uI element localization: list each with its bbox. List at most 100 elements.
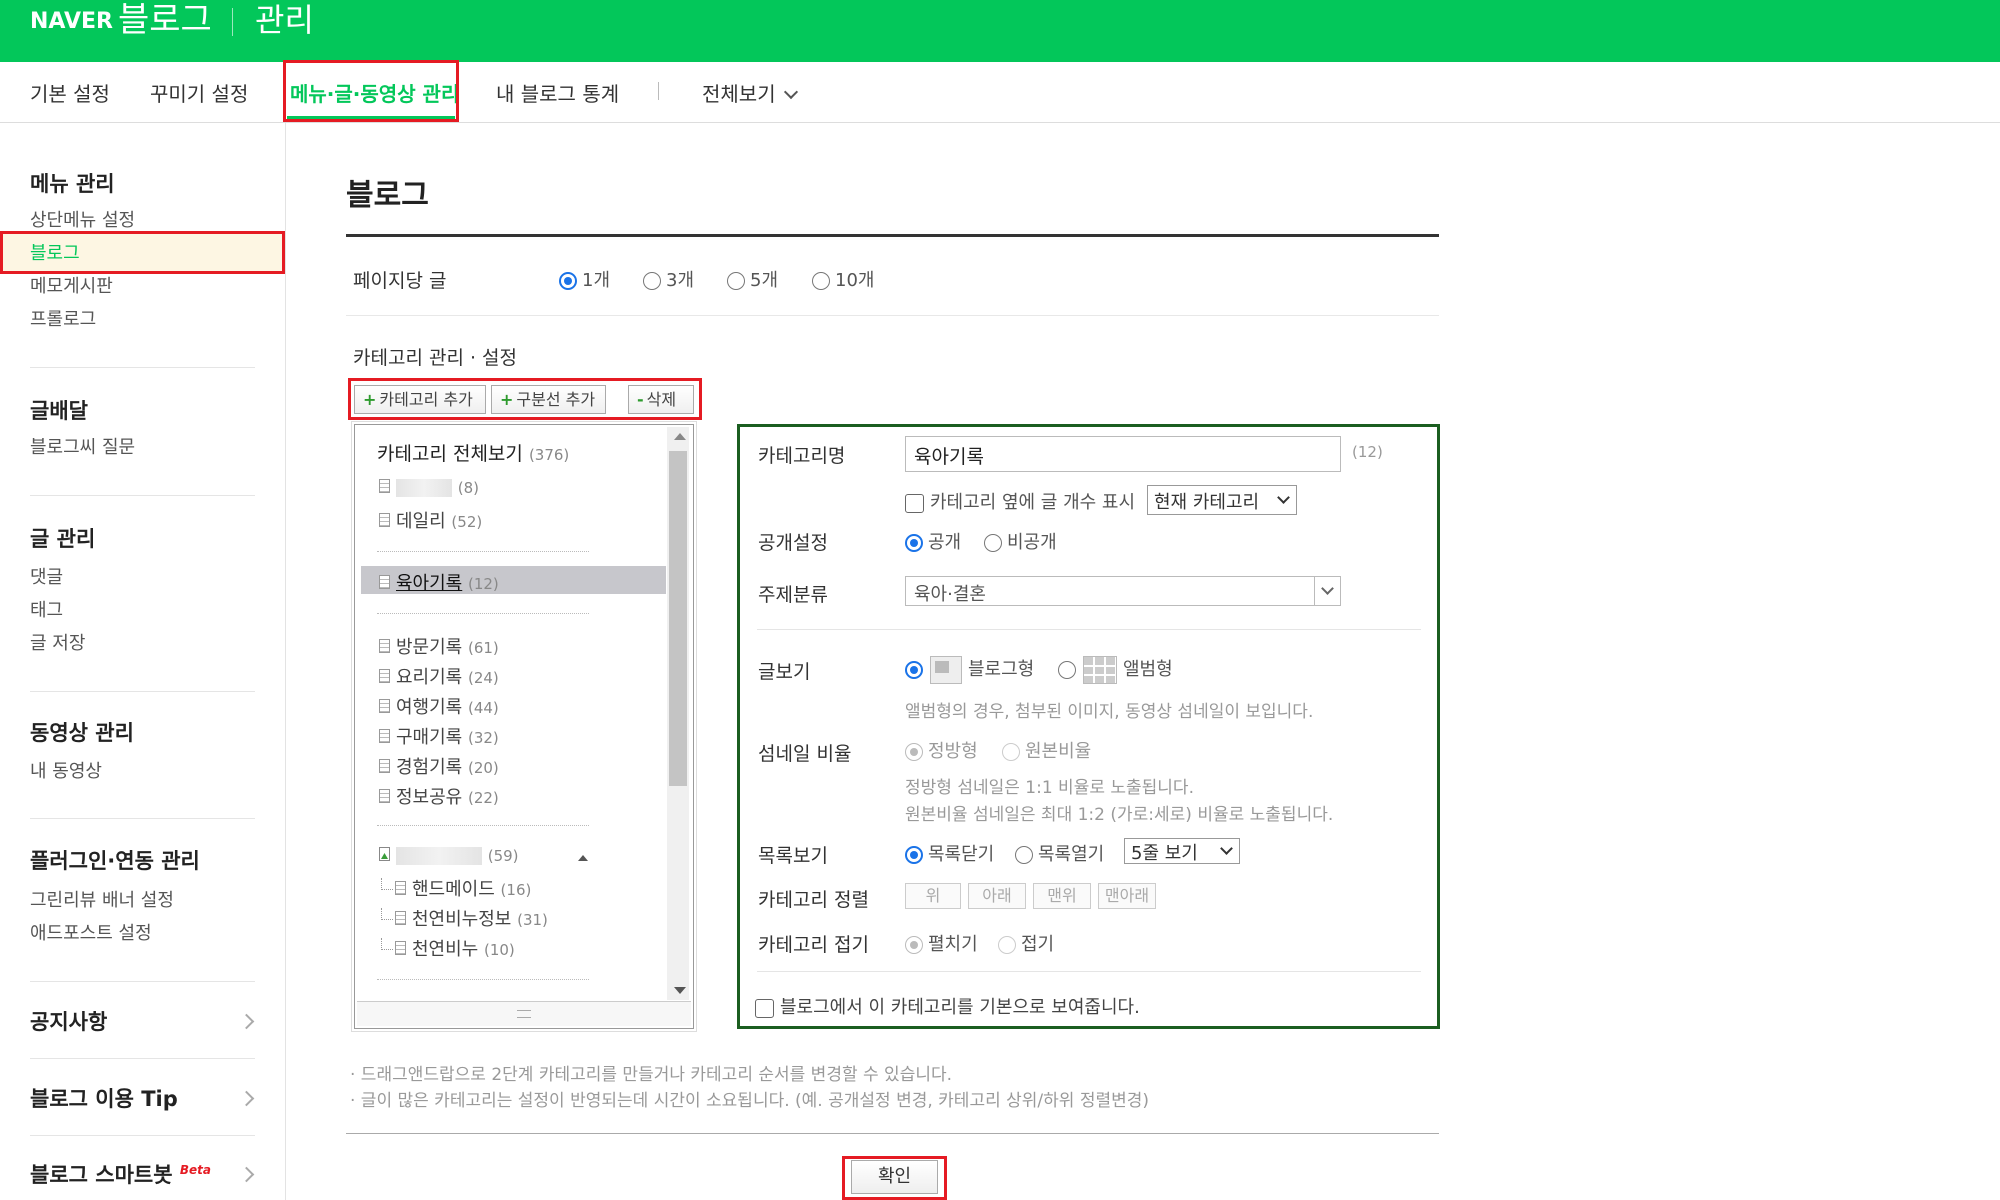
- tab-blog-stats[interactable]: 내 블로그 통계: [496, 78, 619, 107]
- radio-icon[interactable]: [812, 272, 830, 290]
- tab-design-settings[interactable]: 꾸미기 설정: [150, 78, 248, 107]
- drag-drop-note: · 드래그앤드랍으로 2단계 카테고리를 만들거나 카테고리 순서를 변경할 수…: [350, 1065, 953, 1085]
- tree-item[interactable]: 정보공유 (22): [379, 783, 499, 809]
- sidebar-item-memo-board[interactable]: 메모게시판: [30, 272, 113, 298]
- sidebar-item-adpost[interactable]: 애드포스트 설정: [30, 919, 152, 945]
- tree-item-count: (44): [467, 699, 499, 717]
- add-category-button[interactable]: + 카테고리 추가: [354, 385, 486, 414]
- sidebar-item-comments[interactable]: 댓글: [30, 563, 63, 589]
- list-open-option[interactable]: 목록열기: [1015, 840, 1104, 866]
- tree-item[interactable]: 여행기록 (44): [379, 693, 499, 719]
- per-page-option-10[interactable]: 10개: [812, 266, 874, 292]
- radio-icon[interactable]: [905, 936, 923, 954]
- sidebar-item-blogc-question[interactable]: 블로그씨 질문: [30, 433, 135, 459]
- radio-icon[interactable]: [643, 272, 661, 290]
- radio-icon[interactable]: [1058, 661, 1076, 679]
- tree-item-count: (12): [467, 575, 499, 593]
- chevron-down-icon[interactable]: [1314, 577, 1340, 605]
- confirm-button[interactable]: 확인: [851, 1160, 938, 1194]
- topic-select[interactable]: 육아·결혼: [905, 576, 1341, 606]
- sort-top-button[interactable]: 맨위: [1033, 883, 1091, 909]
- tree-item-child[interactable]: 천연비누정보 (31): [381, 905, 548, 931]
- radio-icon[interactable]: [998, 936, 1016, 954]
- radio-icon[interactable]: [905, 743, 923, 761]
- list-lines-select[interactable]: 5줄 보기: [1124, 838, 1240, 864]
- tree-divider[interactable]: [377, 979, 589, 980]
- document-icon: [395, 911, 406, 925]
- tree-item[interactable]: 경험기록 (20): [379, 753, 499, 779]
- tree-item-selected[interactable]: 육아기록 (12): [379, 569, 499, 595]
- delete-category-button[interactable]: - 삭제: [628, 385, 694, 414]
- visibility-private-option[interactable]: 비공개: [984, 528, 1057, 554]
- tree-divider[interactable]: [377, 551, 589, 552]
- view-help-text: 앨범형의 경우, 첨부된 이미지, 동영상 섬네일이 보입니다.: [905, 702, 1314, 722]
- blog-logo[interactable]: 블로그: [118, 0, 212, 40]
- radio-icon[interactable]: [984, 534, 1002, 552]
- sidebar-tip[interactable]: 블로그 이용 Tip: [30, 1083, 178, 1113]
- sidebar-smartbot[interactable]: 블로그 스마트봇 Beta: [30, 1159, 211, 1189]
- tab-basic-settings[interactable]: 기본 설정: [30, 78, 110, 107]
- radio-icon[interactable]: [727, 272, 745, 290]
- sidebar-post-title: 글 관리: [30, 527, 96, 551]
- chevron-right-icon: [238, 1090, 255, 1107]
- radio-icon[interactable]: [559, 272, 577, 290]
- tree-all-categories[interactable]: 카테고리 전체보기 (376): [377, 439, 569, 466]
- sort-up-button[interactable]: 위: [905, 883, 961, 909]
- tree-item[interactable]: 구매기록 (32): [379, 723, 499, 749]
- collapse-icon[interactable]: [578, 855, 588, 861]
- tree-item[interactable]: 데일리 (52): [379, 507, 482, 533]
- scroll-down-icon[interactable]: [674, 987, 686, 994]
- scroll-up-icon[interactable]: [674, 433, 686, 440]
- tree-item-child[interactable]: 천연비누 (10): [381, 935, 515, 961]
- tree-item[interactable]: 요리기록 (24): [379, 663, 499, 689]
- thumb-original-option[interactable]: 원본비율: [1002, 737, 1091, 763]
- sidebar-item-blog[interactable]: 블로그: [30, 239, 80, 265]
- sidebar-notice[interactable]: 공지사항: [30, 1006, 107, 1036]
- checkbox-icon[interactable]: [755, 998, 774, 1018]
- default-category-option[interactable]: 블로그에서 이 카테고리를 기본으로 보여줍니다.: [755, 993, 1140, 1019]
- per-page-option-5[interactable]: 5개: [727, 266, 778, 292]
- per-page-option-1[interactable]: 1개: [559, 266, 610, 292]
- radio-icon[interactable]: [1015, 846, 1033, 864]
- view-album-option[interactable]: 앨범형: [1058, 655, 1173, 684]
- tree-scroll-thumb[interactable]: [669, 451, 687, 786]
- sidebar-item-my-videos[interactable]: 내 동영상: [30, 757, 102, 783]
- visibility-public-option[interactable]: 공개: [905, 528, 961, 554]
- tree-item-parent[interactable]: (59): [379, 845, 519, 866]
- document-icon: [379, 513, 390, 527]
- sidebar-item-top-menu[interactable]: 상단메뉴 설정: [30, 206, 135, 232]
- thumb-square-option[interactable]: 정방형: [905, 737, 978, 763]
- tree-divider[interactable]: [377, 613, 589, 614]
- checkbox-icon[interactable]: [905, 493, 924, 513]
- radio-icon[interactable]: [905, 846, 923, 864]
- sort-bottom-button[interactable]: 맨아래: [1098, 883, 1156, 909]
- tree-divider[interactable]: [377, 825, 589, 826]
- category-name-input[interactable]: 육아기록: [905, 436, 1341, 472]
- radio-icon[interactable]: [1002, 743, 1020, 761]
- show-count-select[interactable]: 현재 카테고리: [1147, 485, 1297, 515]
- fold-expand-option[interactable]: 펼치기: [905, 930, 978, 956]
- sidebar-item-prologue[interactable]: 프롤로그: [30, 305, 96, 331]
- tree-item[interactable]: (8): [379, 477, 479, 498]
- category-tree[interactable]: 카테고리 전체보기 (376) (8) 데일리 (52) 육아기록 (12) 방…: [351, 421, 697, 1032]
- view-blog-option[interactable]: 블로그형: [905, 655, 1034, 684]
- sidebar-item-green-review[interactable]: 그린리뷰 배너 설정: [30, 886, 174, 912]
- sidebar-item-tags[interactable]: 태그: [30, 596, 63, 622]
- tree-item-child[interactable]: 핸드메이드 (16): [381, 875, 531, 901]
- radio-icon[interactable]: [905, 661, 923, 679]
- tree-header-count: (376): [528, 446, 570, 464]
- option-label: 목록열기: [1038, 844, 1105, 865]
- sidebar-item-saved-posts[interactable]: 글 저장: [30, 629, 85, 655]
- tree-resize-handle[interactable]: [357, 1001, 691, 1026]
- list-close-option[interactable]: 목록닫기: [905, 840, 994, 866]
- naver-logo[interactable]: NAVER: [30, 8, 113, 36]
- add-divider-button[interactable]: + 구분선 추가: [491, 385, 606, 414]
- fold-collapse-option[interactable]: 접기: [998, 930, 1054, 956]
- sort-down-button[interactable]: 아래: [968, 883, 1026, 909]
- per-page-option-3[interactable]: 3개: [643, 266, 694, 292]
- show-count-option[interactable]: 카테고리 옆에 글 개수 표시: [905, 488, 1135, 514]
- tab-divider: [658, 82, 659, 100]
- radio-icon[interactable]: [905, 534, 923, 552]
- tab-view-all[interactable]: 전체보기: [702, 78, 798, 107]
- tree-item[interactable]: 방문기록 (61): [379, 633, 499, 659]
